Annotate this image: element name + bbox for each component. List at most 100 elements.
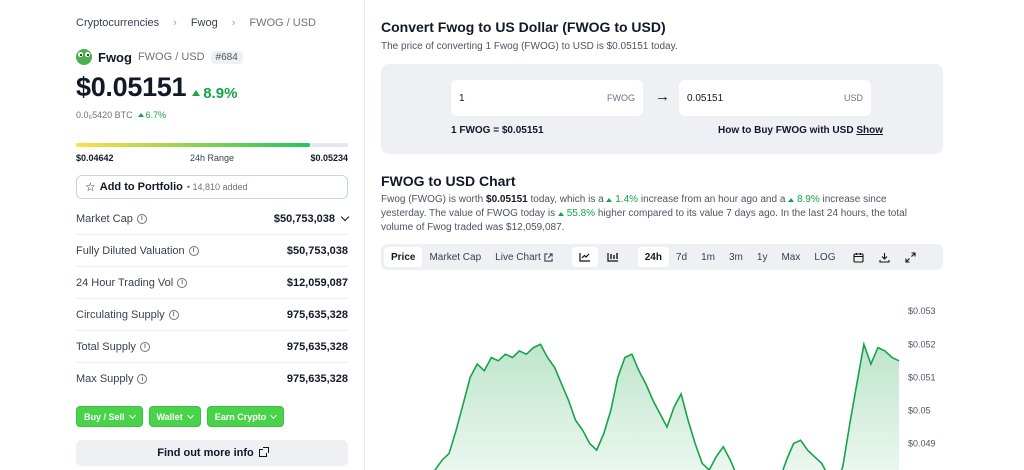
btc-price-row: 0.0₆5420 BTC 6.7% [76,110,166,120]
portfolio-label: Add to Portfolio [99,181,183,193]
range-1m[interactable]: 1m [694,247,722,267]
price-chart[interactable]: $0.053 $0.052 $0.051 $0.05 $0.049 [381,288,943,470]
portfolio-count: • 14,810 added [186,182,248,192]
tab-live-chart[interactable]: Live Chart [488,247,560,267]
info-icon[interactable]: i [137,374,148,384]
range-7d[interactable]: 7d [669,247,694,267]
to-amount-field[interactable]: 0.05151 USD [679,80,871,116]
btc-price: 0.0₆5420 BTC [76,110,133,120]
y-tick-label: $0.052 [908,339,936,349]
to-unit: USD [843,93,863,103]
breadcrumb-separator: › [173,17,177,29]
chevron-down-icon [128,411,136,419]
stat-label: 24 Hour Trading Vol i [76,277,188,289]
stat-value: $50,753,038 [274,212,350,225]
caret-up-icon [788,198,795,202]
stat-value: 975,635,328 [286,308,348,321]
info-icon[interactable]: i [177,277,188,288]
y-tick-label: $0.053 [908,306,936,316]
from-amount-field[interactable]: 1 FWOG [451,80,643,116]
info-icon[interactable]: i [136,213,147,224]
range-tabs: 24h 7d 1m 3m 1y Max LOG [637,247,843,267]
chevron-down-icon[interactable] [340,212,350,222]
line-chart-icon[interactable] [571,247,598,267]
range-labels: $0.04642 24h Range $0.05234 [76,153,348,163]
stat-row-volume: 24 Hour Trading Vol i $12,059,087 [76,267,348,299]
info-icon[interactable]: i [168,309,179,320]
stat-row-circulating-supply: Circulating Supply i 975,635,328 [76,299,348,331]
week-change: 55.8% [557,208,595,219]
candlestick-chart-icon[interactable] [600,247,626,267]
range-3m[interactable]: 3m [722,247,750,267]
info-icon[interactable]: i [188,245,199,256]
wallet-button[interactable]: Wallet [148,406,201,427]
range-low: $0.04642 [76,153,114,163]
caret-up-icon [192,90,201,96]
price-row: $0.05151 8.9% [76,72,237,103]
caret-up-icon [606,198,613,202]
converter-title: Convert Fwog to US Dollar (FWOG to USD) [381,19,666,35]
find-out-more-button[interactable]: Find out more info [76,440,348,466]
range-bar [76,143,348,147]
arrow-right-icon: → [655,88,670,105]
tab-market-cap[interactable]: Market Cap [422,247,488,267]
caret-up-icon [557,212,564,216]
stat-label: Total Supply i [76,341,150,353]
hour-change: 1.4% [606,194,638,205]
chart-type-toggle [571,247,626,267]
fullscreen-icon[interactable] [898,247,924,267]
download-icon[interactable] [872,247,898,267]
price-change-24h: 8.9% [192,85,237,102]
info-icon[interactable]: i [139,341,150,352]
stat-row-fdv: Fully Diluted Valuation i $50,753,038 [76,235,348,267]
range-max[interactable]: Max [774,247,807,267]
star-icon: ☆ [85,180,96,194]
buy-sell-button[interactable]: Buy / Sell [76,406,143,427]
range-bar-fill [76,143,310,147]
stat-label: Market Cap i [76,213,147,225]
y-tick-label: $0.05 [908,405,931,415]
breadcrumb-fwog[interactable]: Fwog [191,17,218,29]
price-area [421,344,899,470]
range-label: 24h Range [189,153,235,163]
stat-value: 975,635,328 [286,340,348,353]
panel-divider [364,0,365,470]
stats-table: Market Cap i $50,753,038 Fully Diluted Va… [76,203,350,395]
stat-value: $12,059,087 [286,276,348,289]
price-change-value: 8.9% [203,84,238,102]
add-to-portfolio-button[interactable]: ☆ Add to Portfolio • 14,810 added [76,175,348,199]
y-tick-label: $0.051 [908,372,936,382]
breadcrumb-separator: › [231,17,236,29]
chevron-down-icon [270,411,278,419]
show-link[interactable]: Show [856,125,883,136]
chart-description: Fwog (FWOG) is worth $0.05151 today, whi… [381,194,907,233]
current-price: $0.05151 [76,72,187,102]
y-tick-label: $0.049 [908,439,936,449]
stat-row-max-supply: Max Supply i 975,635,328 [76,363,348,395]
to-amount-value: 0.05151 [687,92,724,104]
action-buttons: Buy / Sell Wallet Earn Crypto [76,406,285,427]
btc-change-value: 6.7% [145,110,167,120]
breadcrumb-current: FWOG / USD [249,17,316,29]
tab-price[interactable]: Price [384,247,423,267]
stat-row-market-cap[interactable]: Market Cap i $50,753,038 [76,203,350,235]
stat-label: Max Supply i [76,373,148,385]
range-1y[interactable]: 1y [750,247,775,267]
view-tabs: Price Market Cap Live Chart [384,247,560,267]
earn-crypto-button[interactable]: Earn Crypto [206,406,285,427]
coin-pair: FWOG / USD [137,51,205,63]
breadcrumb-cryptocurrencies[interactable]: Cryptocurrencies [76,17,159,29]
btc-change: 6.7% [137,110,167,120]
log-scale-toggle[interactable]: LOG [807,247,842,267]
coin-name: Fwog [98,49,132,65]
stat-label: Fully Diluted Valuation i [76,245,199,257]
range-24h[interactable]: 24h [637,247,669,267]
chart-section-title: FWOG to USD Chart [381,173,516,189]
coin-header: Fwog FWOG / USD #684 [76,49,243,65]
chart-actions [846,247,924,267]
stat-value: 975,635,328 [286,373,348,385]
converter-box: 1 FWOG → 0.05151 USD 1 FWOG = $0.05151 H… [381,64,943,154]
conversion-rate: 1 FWOG = $0.05151 [451,125,544,136]
calendar-icon[interactable] [846,247,872,267]
find-out-more-label: Find out more info [157,447,254,459]
